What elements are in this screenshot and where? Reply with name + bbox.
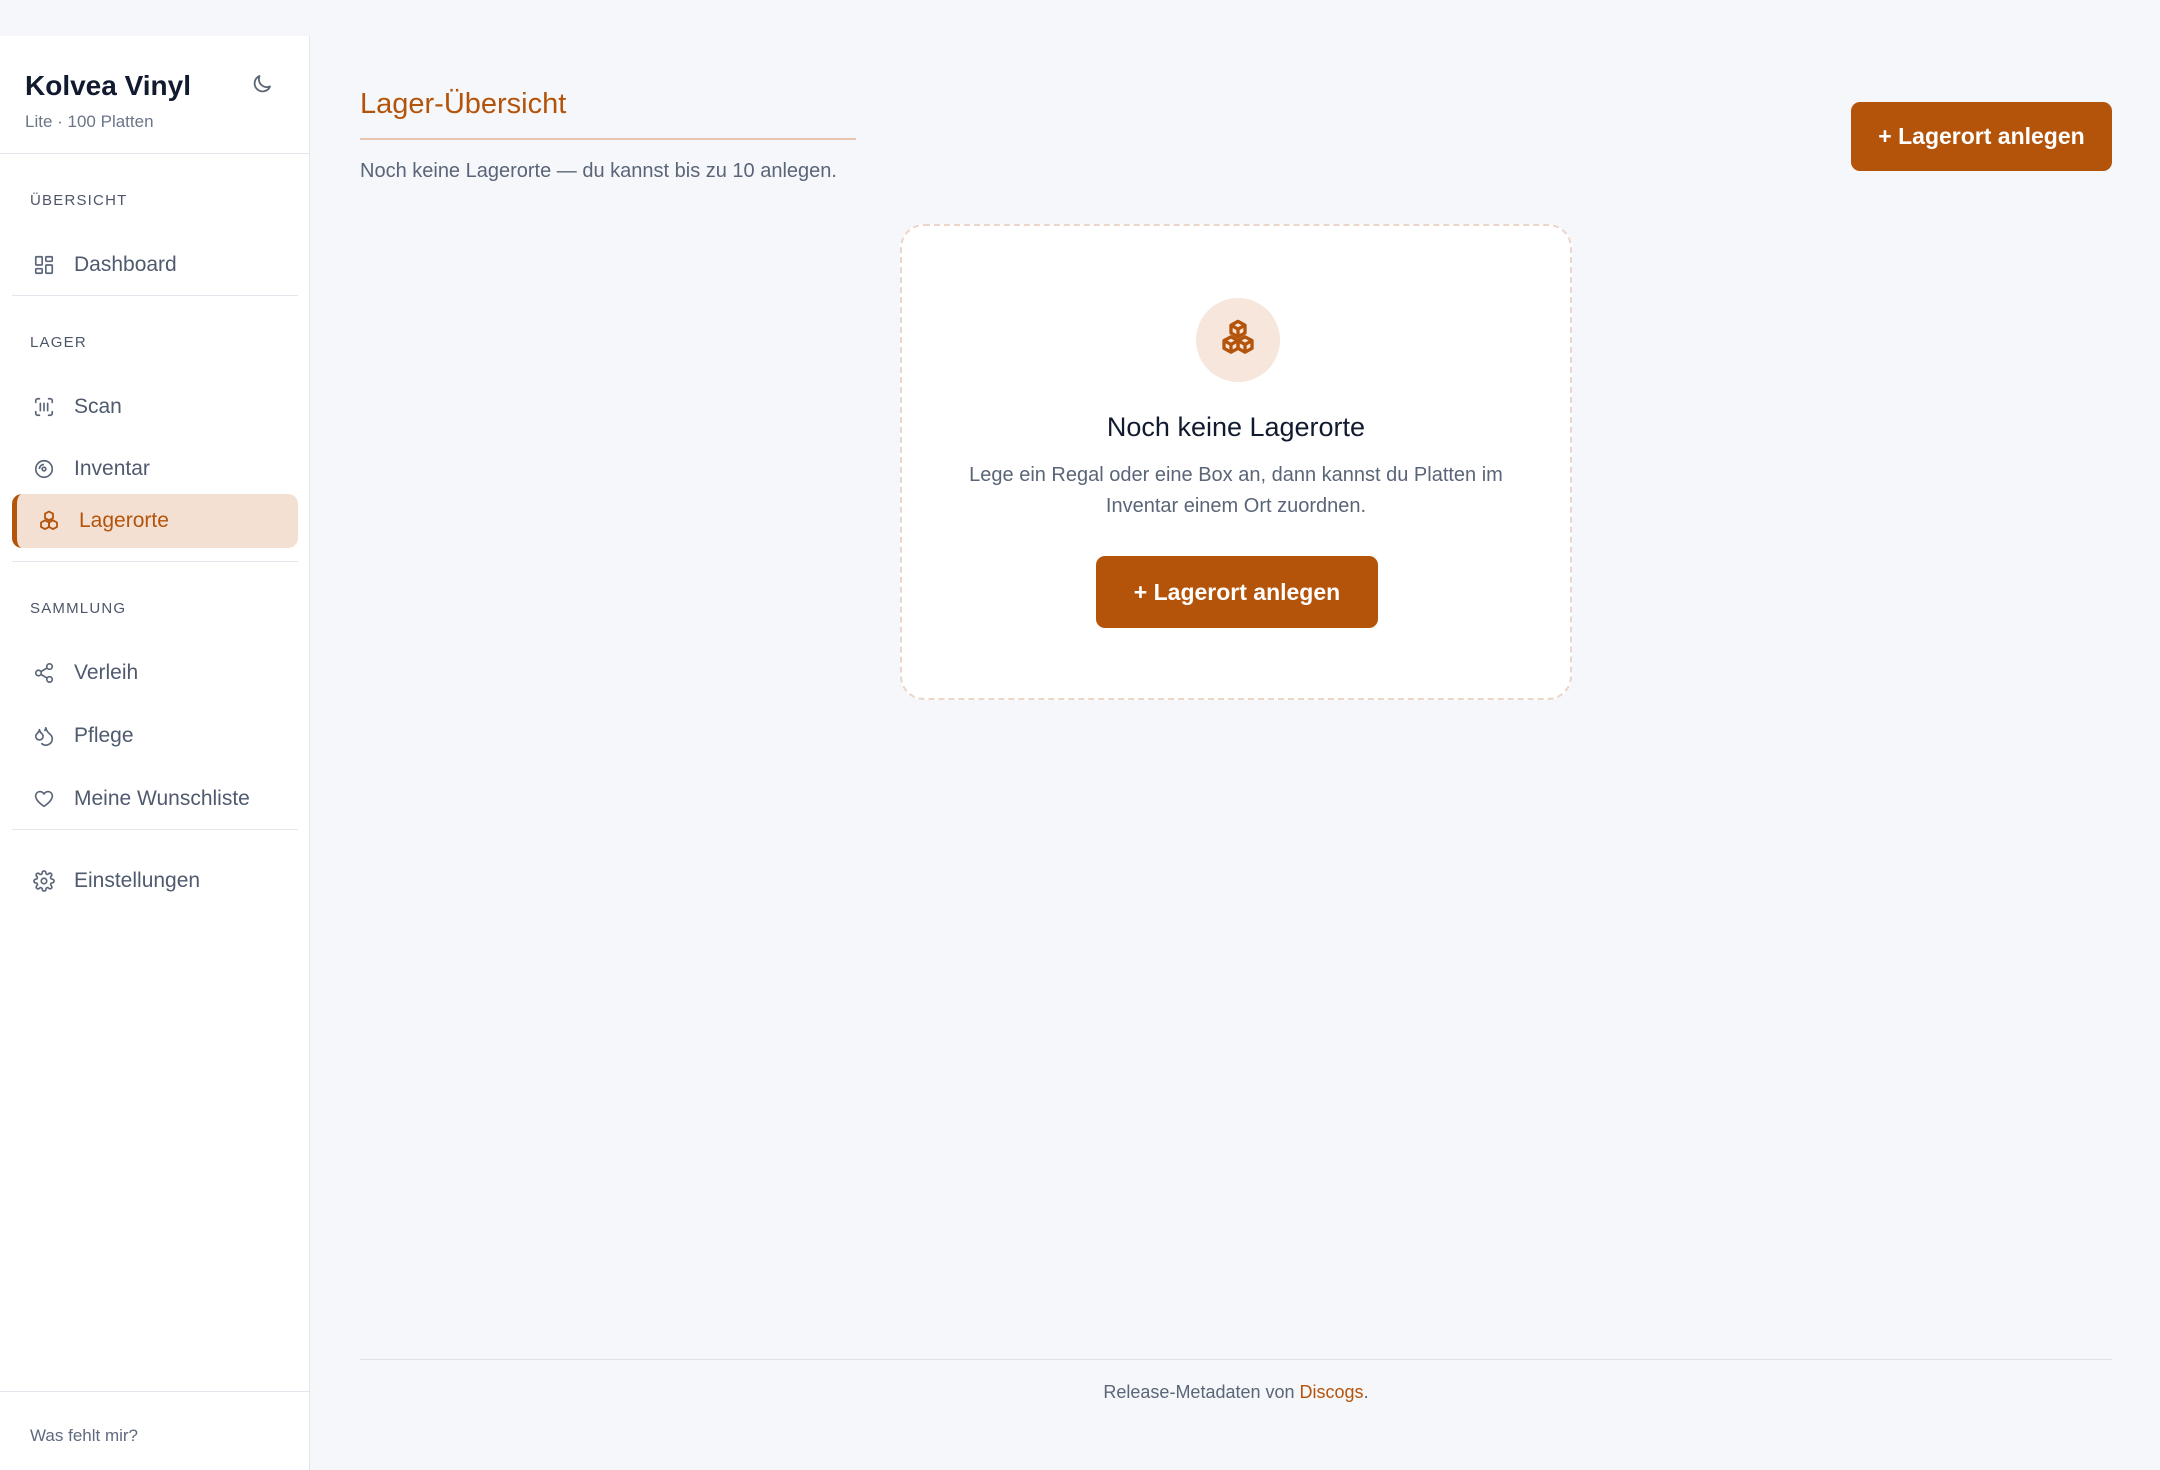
gear-icon	[32, 869, 56, 893]
discogs-link[interactable]: Discogs	[1300, 1382, 1364, 1402]
section-label-storage: LAGER	[30, 334, 87, 351]
footer-attribution: Release-Metadaten von Discogs.	[360, 1382, 2112, 1403]
sidebar-item-label: Meine Wunschliste	[74, 787, 250, 810]
plan-subtitle: Lite · 100 Platten	[25, 112, 154, 131]
footer-prefix: Release-Metadaten von	[1103, 1382, 1300, 1402]
share-icon	[32, 661, 56, 685]
sidebar-item-dashboard[interactable]: Dashboard	[12, 238, 298, 292]
section-label-overview: ÜBERSICHT	[30, 192, 128, 209]
sidebar-item-label: Dashboard	[74, 253, 177, 276]
sidebar-item-label: Verleih	[74, 661, 139, 684]
sidebar-item-label: Lagerorte	[79, 509, 169, 532]
heart-icon	[32, 787, 56, 811]
empty-state-description: Lege ein Regal oder eine Box an, dann ka…	[969, 464, 1503, 517]
record-disc-icon	[32, 457, 56, 481]
empty-state-card: Noch keine Lagerorte Lege ein Regal oder…	[900, 224, 1572, 700]
divider	[12, 829, 298, 830]
footer-suffix: .	[1363, 1382, 1369, 1402]
dashboard-icon	[32, 253, 56, 277]
sidebar-item-scan[interactable]: Scan	[12, 380, 298, 434]
divider	[0, 1391, 309, 1392]
sidebar-item-pflege[interactable]: Pflege	[12, 709, 298, 763]
theme-toggle-button[interactable]	[246, 70, 278, 102]
divider	[0, 153, 309, 154]
sidebar-item-label: Pflege	[74, 724, 134, 747]
boxes-icon	[1217, 317, 1259, 364]
sidebar-item-label: Einstellungen	[74, 869, 201, 892]
barcode-scan-icon	[32, 395, 56, 419]
boxes-icon	[37, 509, 61, 533]
page-subtitle: Noch keine Lagerorte — du kannst bis zu …	[360, 160, 837, 182]
feedback-link[interactable]: Was fehlt mir?	[30, 1426, 138, 1446]
empty-state-icon-circle	[1196, 298, 1280, 382]
section-label-collection: SAMMLUNG	[30, 600, 127, 617]
divider	[12, 561, 298, 562]
sidebar-item-inventar[interactable]: Inventar	[12, 442, 298, 496]
title-underline	[360, 138, 856, 140]
brand: Kolvea Vinyl Lite · 100 Platten	[25, 68, 191, 132]
sidebar-item-wunschliste[interactable]: Meine Wunschliste	[12, 772, 298, 826]
add-location-button[interactable]: + Lagerort anlegen	[1851, 102, 2112, 171]
page-title: Lager-Übersicht	[360, 88, 567, 120]
footer-divider	[360, 1359, 2112, 1360]
moon-icon	[250, 72, 274, 101]
sidebar-item-label: Inventar	[74, 457, 150, 480]
app-name: Kolvea Vinyl	[25, 70, 192, 101]
sidebar-item-einstellungen[interactable]: Einstellungen	[12, 854, 298, 908]
empty-state-title: Noch keine Lagerorte	[1106, 412, 1366, 442]
sidebar-item-verleih[interactable]: Verleih	[12, 646, 298, 700]
add-location-button-empty-state[interactable]: + Lagerort anlegen	[1096, 556, 1378, 628]
sidebar: Kolvea Vinyl Lite · 100 Platten ÜBERSICH…	[0, 36, 310, 1470]
sidebar-item-lagerorte[interactable]: Lagerorte	[12, 494, 298, 548]
sidebar-item-label: Scan	[74, 395, 122, 418]
divider	[12, 295, 298, 296]
droplets-icon	[32, 724, 56, 748]
